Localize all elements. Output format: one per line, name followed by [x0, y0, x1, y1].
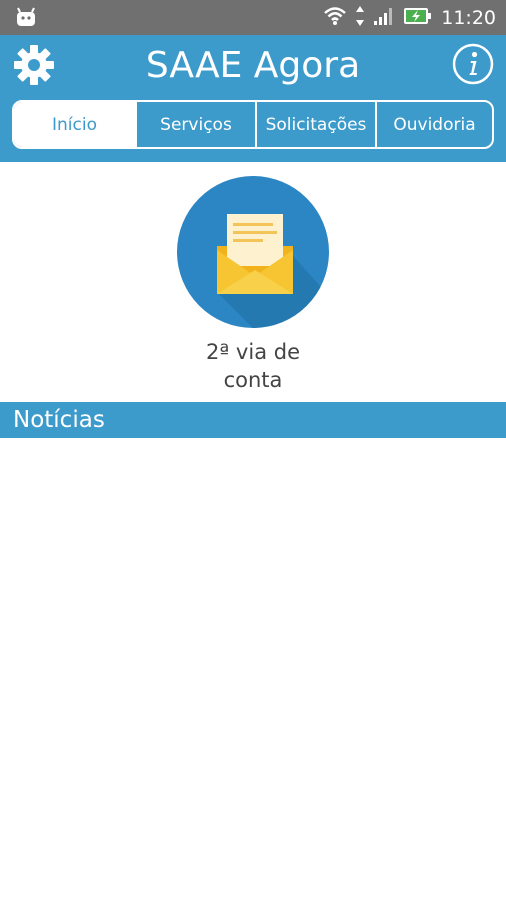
android-icon	[14, 6, 38, 28]
tab-inicio[interactable]: Início	[14, 102, 135, 147]
signal-icon	[373, 6, 395, 30]
tab-ouvidoria[interactable]: Ouvidoria	[375, 102, 492, 147]
envelope-icon	[217, 214, 329, 328]
app-title: SAAE Agora	[145, 45, 361, 86]
tab-solicitacoes[interactable]: Solicitações	[255, 102, 375, 147]
status-time: 11:20	[441, 6, 496, 29]
battery-charging-icon	[403, 6, 433, 30]
info-icon[interactable]	[452, 43, 494, 85]
app-header: SAAE Agora Início Serviços Solicitações …	[0, 35, 506, 162]
wifi-icon	[323, 6, 347, 30]
tab-servicos[interactable]: Serviços	[135, 102, 255, 147]
news-section-header: Notícias	[0, 402, 506, 438]
data-arrows-icon	[355, 5, 365, 31]
second-copy-bill-button[interactable]	[177, 176, 329, 328]
status-bar: 11:20	[0, 0, 506, 35]
second-copy-bill-label[interactable]: 2ª via de conta	[0, 338, 506, 394]
tab-bar: Início Serviços Solicitações Ouvidoria	[12, 100, 494, 149]
